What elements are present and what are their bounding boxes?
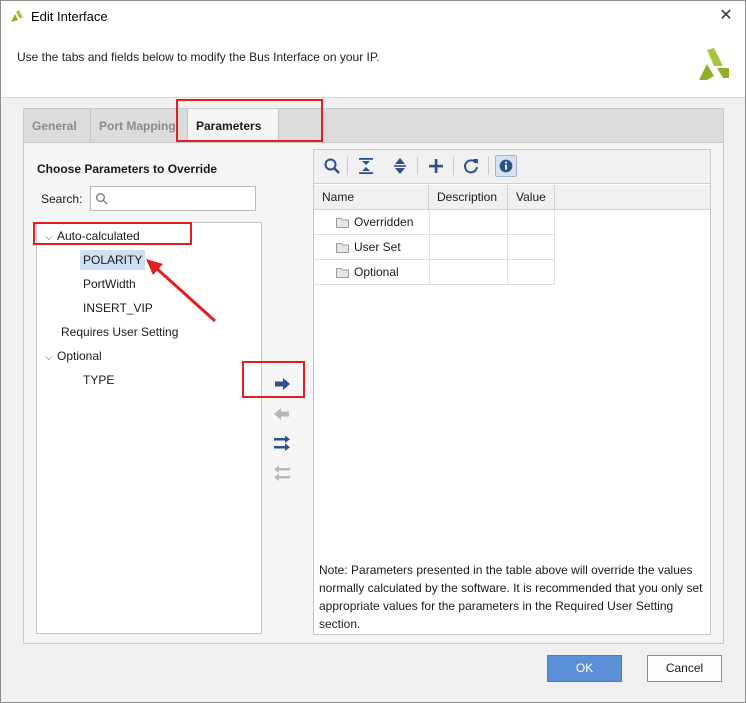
title-bar: Edit Interface ✕ (1, 1, 745, 32)
window-title: Edit Interface (31, 9, 108, 24)
tree-item-type[interactable]: TYPE (83, 370, 114, 390)
toolbar-separator (347, 157, 348, 175)
folder-icon (336, 218, 349, 229)
tree-node-optional[interactable]: ⌵ Optional (45, 346, 102, 366)
tree-label: Auto-calculated (57, 229, 140, 243)
tab-general[interactable]: General (24, 109, 90, 143)
column-header-value[interactable]: Value (508, 185, 555, 210)
row-name: User Set (354, 240, 401, 254)
column-header-name[interactable]: Name (314, 185, 429, 210)
override-note: Note: Parameters presented in the table … (319, 563, 703, 631)
dialog-header: Use the tabs and fields below to modify … (1, 32, 745, 98)
folder-icon (336, 268, 349, 279)
table-toolbar (314, 150, 710, 184)
row-name: Overridden (354, 215, 414, 229)
edit-interface-dialog: Edit Interface ✕ Use the tabs and fields… (0, 0, 746, 703)
tree-item-polarity[interactable]: POLARITY (80, 250, 146, 270)
cancel-button[interactable]: Cancel (647, 655, 722, 682)
tree-node-auto-calculated[interactable]: ⌵ Auto-calculated (45, 226, 140, 246)
toolbar-separator (488, 157, 489, 175)
tree-label: Optional (57, 349, 102, 363)
row-value-cell[interactable] (508, 260, 555, 285)
add-all-to-override-button[interactable] (271, 433, 293, 455)
parameter-tree: ⌵ Auto-calculated POLARITY PortWidth INSE… (36, 222, 262, 634)
table-row[interactable]: User Set (314, 235, 555, 260)
choose-parameters-title: Choose Parameters to Override (37, 162, 218, 176)
search-input[interactable] (111, 190, 251, 207)
row-value-cell[interactable] (508, 235, 555, 260)
column-header-description[interactable]: Description (429, 185, 508, 210)
toolbar-separator (453, 157, 454, 175)
folder-icon (336, 243, 349, 254)
row-name-cell: User Set (336, 235, 429, 260)
expand-all-icon[interactable] (389, 155, 411, 177)
table-header: Name Description Value (314, 185, 710, 210)
vivado-logo-icon (11, 10, 23, 22)
search-label: Search: (41, 192, 83, 206)
row-description-cell[interactable] (429, 210, 508, 235)
row-name: Optional (354, 265, 399, 279)
tree-item-insert-vip[interactable]: INSERT_VIP (83, 298, 153, 318)
close-button[interactable]: ✕ (715, 5, 737, 27)
chevron-down-icon[interactable]: ⌵ (45, 348, 57, 368)
add-icon[interactable] (425, 155, 447, 177)
collapse-all-icon[interactable] (355, 155, 377, 177)
row-name-cell: Optional (336, 260, 429, 285)
info-icon[interactable] (495, 155, 517, 177)
row-value-cell[interactable] (508, 210, 555, 235)
row-description-cell[interactable] (429, 235, 508, 260)
add-to-override-button[interactable] (271, 373, 293, 395)
table-row[interactable]: Optional (314, 260, 555, 285)
refresh-icon[interactable] (460, 155, 482, 177)
tree-node-requires-user-setting[interactable]: Requires User Setting (61, 322, 178, 342)
header-description: Use the tabs and fields below to modify … (17, 50, 380, 64)
tab-parameters[interactable]: Parameters (187, 109, 279, 144)
ok-button[interactable]: OK (547, 655, 622, 682)
search-icon (96, 193, 108, 205)
tab-port-mapping[interactable]: Port Mapping (90, 109, 186, 143)
tree-item-portwidth[interactable]: PortWidth (83, 274, 136, 294)
remove-from-override-button[interactable] (271, 403, 293, 425)
row-name-cell: Overridden (336, 210, 429, 235)
table-row[interactable]: Overridden (314, 210, 555, 235)
search-icon[interactable] (321, 155, 343, 177)
toolbar-separator (417, 157, 418, 175)
row-description-cell[interactable] (429, 260, 508, 285)
tab-bar: General Port Mapping Parameters (23, 108, 724, 144)
chevron-down-icon[interactable]: ⌵ (45, 228, 57, 248)
search-box[interactable] (90, 186, 256, 211)
remove-all-from-override-button[interactable] (271, 463, 293, 485)
xilinx-logo-icon (699, 48, 729, 80)
